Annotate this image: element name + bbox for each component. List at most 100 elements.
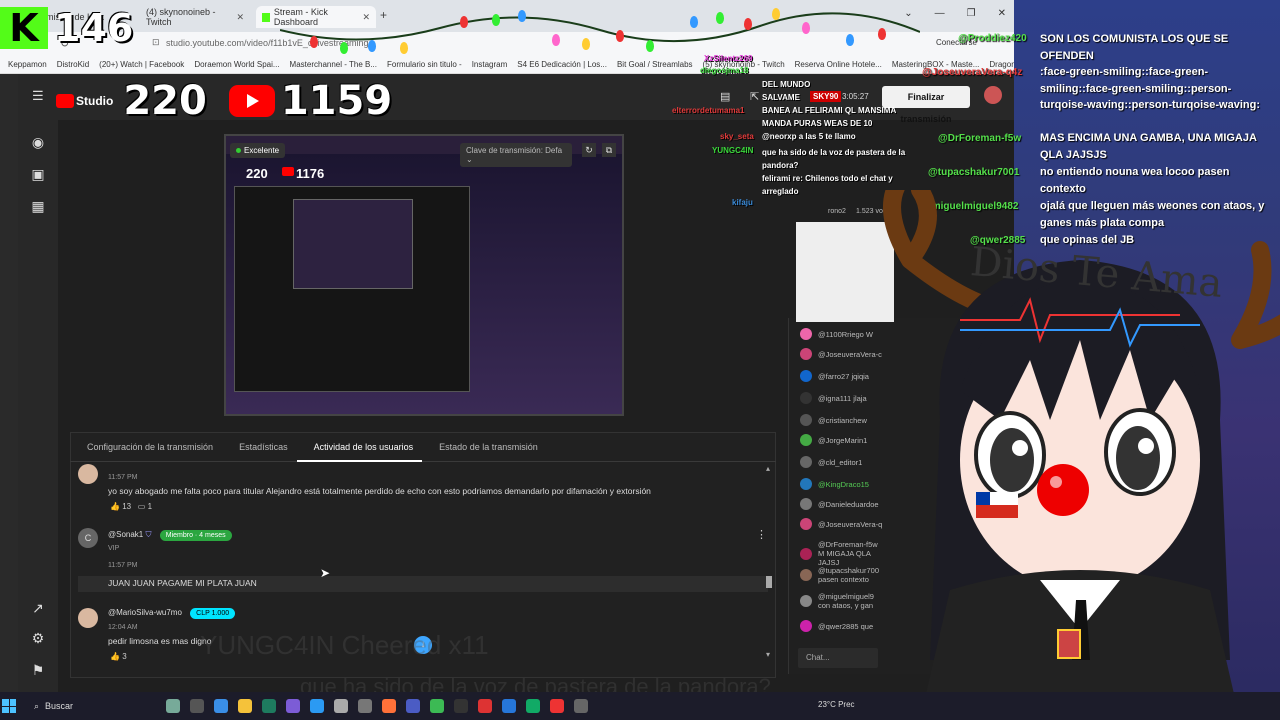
stream-key-select[interactable]: Clave de transmisión: Defa ⌄ bbox=[460, 143, 572, 167]
opera-icon[interactable] bbox=[550, 699, 564, 713]
app-icon[interactable] bbox=[406, 699, 420, 713]
start-button[interactable] bbox=[2, 699, 16, 713]
app-icon[interactable] bbox=[286, 699, 300, 713]
bookmark[interactable]: DistroKid bbox=[57, 60, 89, 69]
overlay-chat-text: MAS ENCIMA UNA GAMBA, UNA MIGAJA QLA JAJ… bbox=[1040, 132, 1257, 161]
light-bulb bbox=[368, 40, 376, 52]
thumbs-up-icon[interactable]: 👍 bbox=[110, 652, 120, 661]
firefox-icon[interactable] bbox=[382, 699, 396, 713]
app-icon[interactable] bbox=[262, 699, 276, 713]
live-icon[interactable]: ◉ bbox=[28, 134, 48, 154]
chat-message-text: @1100Rriego W bbox=[818, 329, 873, 339]
app-icon[interactable] bbox=[574, 699, 588, 713]
bookmark[interactable]: (20+) Watch | Facebook bbox=[99, 60, 184, 69]
camera-icon[interactable]: ▣ bbox=[28, 166, 48, 186]
account-avatar[interactable] bbox=[984, 86, 1002, 104]
share-icon[interactable]: ⇱ bbox=[750, 90, 759, 103]
tab-stream-health[interactable]: Estado de la transmisión bbox=[422, 432, 547, 462]
youtube-subscriber-count: 1159 bbox=[280, 78, 393, 124]
calendar-icon[interactable]: ▦ bbox=[28, 198, 48, 218]
app-icon[interactable] bbox=[478, 699, 492, 713]
chat-input[interactable]: Chat... bbox=[798, 648, 878, 668]
close-window-icon[interactable]: ✕ bbox=[998, 8, 1006, 19]
folder-icon[interactable] bbox=[238, 699, 252, 713]
edge-icon[interactable] bbox=[214, 699, 228, 713]
kick-chat-text: DEL MUNDO bbox=[762, 80, 811, 89]
weather-widget[interactable]: 23°C Prec bbox=[818, 700, 855, 709]
bookmark[interactable]: S4 E6 Dedicación | Los... bbox=[517, 60, 607, 69]
tab-stream-settings[interactable]: Configuración de la transmisión bbox=[70, 432, 222, 462]
tab-analytics[interactable]: Estadísticas bbox=[222, 432, 297, 462]
poll-author: rono2 bbox=[828, 208, 846, 215]
chrome-icon[interactable] bbox=[430, 699, 444, 713]
reply-icon[interactable]: ▭ bbox=[138, 502, 146, 511]
chat-message-text: @KingDraco15 bbox=[818, 479, 869, 489]
feedback-icon[interactable]: ↗ bbox=[28, 600, 48, 620]
scroll-up-icon[interactable]: ▴ bbox=[766, 464, 770, 473]
chat-message: @KingDraco15 bbox=[800, 478, 869, 490]
bookmark[interactable]: Bit Goal / Streamlabs bbox=[617, 60, 693, 69]
comment-author[interactable]: @Sonak1 bbox=[108, 530, 143, 539]
kick-logo-icon: K bbox=[0, 7, 48, 49]
chevron-down-icon: ⌄ bbox=[466, 155, 473, 164]
avatar bbox=[800, 370, 812, 382]
comment-author[interactable]: @MarioSilva-wu7mo bbox=[108, 608, 182, 617]
lock-icon[interactable]: ⊡ bbox=[152, 37, 160, 48]
comment-time: 12:04 AM bbox=[108, 624, 138, 631]
overlay-chat-author: @DrForeman-f5w bbox=[938, 133, 1022, 144]
copy-icon[interactable]: ⧉ bbox=[602, 143, 616, 157]
app-icon[interactable] bbox=[358, 699, 372, 713]
stream-tabs: Configuración de la transmisión Estadíst… bbox=[70, 432, 776, 462]
close-icon[interactable]: ✕ bbox=[236, 12, 244, 23]
kick-viewer-count: 146 bbox=[54, 6, 134, 50]
light-bulb bbox=[310, 36, 318, 48]
comment-role: VIP bbox=[108, 545, 120, 552]
comment-time: 11:57 PM bbox=[108, 474, 138, 481]
bookmark[interactable]: Keppamon bbox=[8, 60, 47, 69]
app-icon[interactable] bbox=[310, 699, 324, 713]
avatar: C bbox=[78, 528, 98, 548]
end-stream-button[interactable]: Finalizar transmisión bbox=[882, 86, 970, 124]
tab-user-activity[interactable]: Actividad de los usuarios bbox=[296, 432, 423, 462]
settings-icon[interactable]: ⚙ bbox=[28, 630, 48, 650]
app-icon[interactable] bbox=[334, 699, 348, 713]
refresh-icon[interactable]: ↻ bbox=[582, 143, 596, 157]
chat-message-text: @JoseuveraVera-c bbox=[818, 349, 882, 359]
bookmark[interactable]: Formulario sin titulo - bbox=[387, 60, 462, 69]
chat-message-text: @JorgeMarin1 bbox=[818, 435, 868, 445]
bookmark[interactable]: Masterchannel - The B... bbox=[290, 60, 377, 69]
chat-message: @Danieleduardoe bbox=[800, 498, 879, 510]
minimize-icon[interactable]: — bbox=[935, 8, 945, 19]
light-bulb bbox=[690, 16, 698, 28]
scroll-down-icon[interactable]: ▾ bbox=[766, 650, 770, 659]
more-options-icon[interactable]: ⋮ bbox=[756, 528, 767, 541]
avatar bbox=[800, 498, 812, 510]
restore-icon[interactable]: ❐ bbox=[967, 8, 976, 19]
youtube-counters: Studio 220 1159 bbox=[56, 78, 392, 124]
taskbar-search[interactable]: ⌕ Buscar bbox=[26, 696, 136, 716]
windows-taskbar: ⌕ Buscar bbox=[0, 692, 1280, 720]
obs-icon[interactable] bbox=[454, 699, 468, 713]
kick-chat-text: SALVAME bbox=[762, 93, 800, 102]
menu-icon[interactable]: ☰ bbox=[32, 88, 44, 104]
light-bulb bbox=[518, 10, 526, 22]
live-badge: SKY90 bbox=[810, 91, 842, 102]
kick-chat-username: sky_seta bbox=[720, 132, 754, 141]
bookmark[interactable]: Reserva Online Hotele... bbox=[795, 60, 882, 69]
scrollbar-thumb[interactable] bbox=[766, 576, 772, 588]
browser-tab[interactable]: (4) skynonoineb - Twitch ✕ bbox=[140, 6, 250, 28]
chat-message-text: @JoseuveraVera-q bbox=[818, 519, 883, 529]
bookmark[interactable]: Doraemon World Spai... bbox=[194, 60, 279, 69]
task-view-icon[interactable] bbox=[190, 699, 204, 713]
bookmark[interactable]: Instagram bbox=[472, 60, 508, 69]
preview-nested-screen bbox=[234, 186, 470, 392]
comment-header: @MarioSilva-wu7mo CLP 1.000 bbox=[108, 608, 236, 619]
report-icon[interactable]: ⚑ bbox=[28, 662, 48, 682]
app-icon[interactable] bbox=[526, 699, 540, 713]
light-bulb bbox=[340, 42, 348, 54]
studio-label: Studio bbox=[76, 94, 114, 108]
thumbs-up-icon[interactable]: 👍 bbox=[110, 502, 120, 511]
widget-icon[interactable] bbox=[166, 699, 180, 713]
app-icon[interactable] bbox=[502, 699, 516, 713]
captions-icon[interactable]: ▤ bbox=[720, 90, 730, 103]
